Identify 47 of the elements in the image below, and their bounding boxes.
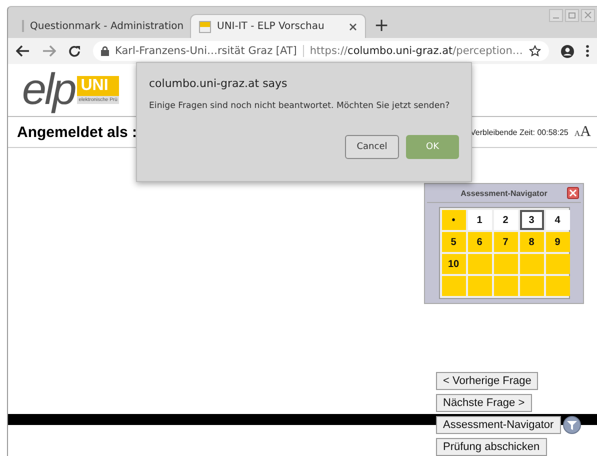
star-icon[interactable] — [529, 45, 541, 57]
question-cell[interactable] — [520, 254, 544, 274]
question-cell[interactable]: 9 — [546, 232, 570, 252]
question-cell[interactable]: 4 — [546, 210, 570, 230]
browser-tab[interactable]: Questionmark - Administration — [14, 14, 190, 38]
login-label: Angemeldet als : — [17, 124, 138, 140]
question-cell[interactable]: 1 — [468, 210, 492, 230]
question-cell[interactable]: 7 — [494, 232, 518, 252]
navigation-button[interactable]: Nächste Frage > — [436, 394, 532, 412]
question-cell[interactable] — [546, 276, 570, 296]
browser-tab[interactable]: UNI-IT - ELP Vorschau — [190, 14, 366, 38]
account-icon[interactable] — [561, 44, 574, 58]
dialog-title: columbo.uni-graz.at says — [149, 77, 288, 90]
navigation-button[interactable]: Prüfung abschicken — [436, 438, 547, 456]
question-cell[interactable]: 2 — [494, 210, 518, 230]
forward-icon[interactable] — [42, 45, 56, 57]
window-controls-icon[interactable] — [549, 9, 595, 23]
question-cell[interactable]: 5 — [442, 232, 466, 252]
question-cell[interactable] — [494, 276, 518, 296]
close-icon[interactable] — [349, 22, 357, 30]
navigator-title: Assessment-Navigator — [460, 188, 548, 198]
navigation-button[interactable]: < Vorherige Frage — [436, 372, 538, 390]
question-cell[interactable]: • — [442, 210, 466, 230]
menu-icon[interactable] — [586, 45, 589, 57]
navigation-button[interactable]: Assessment-Navigator — [436, 416, 561, 434]
cancel-button[interactable]: Cancel — [345, 135, 399, 159]
question-cell[interactable]: 6 — [468, 232, 492, 252]
question-cell[interactable]: 3 — [520, 210, 544, 230]
reload-icon[interactable] — [68, 44, 81, 58]
filter-icon[interactable] — [562, 416, 581, 434]
url-text: https://columbo.uni-graz.at/perception… — [310, 45, 523, 57]
question-cell[interactable]: 8 — [520, 232, 544, 252]
site-identity-label: Karl-Franzens-Uni…rsität Graz [AT] — [115, 45, 297, 57]
lock-icon — [101, 46, 109, 56]
remaining-time-text: Verbleibende Zeit: 00:58:25 — [470, 128, 568, 136]
question-cell[interactable] — [494, 254, 518, 274]
question-cell[interactable] — [442, 276, 466, 296]
dialog-message: Einige Fragen sind noch nicht beantwortet. Möchten Sie jetzt senden? — [149, 100, 450, 112]
back-icon[interactable] — [16, 45, 30, 57]
new-tab-button[interactable]: + — [374, 15, 390, 36]
question-cell[interactable] — [468, 276, 492, 296]
question-cell[interactable]: 10 — [442, 254, 466, 274]
question-cell[interactable] — [520, 276, 544, 296]
question-cell[interactable] — [468, 254, 492, 274]
close-icon[interactable] — [567, 187, 579, 199]
question-cell[interactable] — [546, 254, 570, 274]
address-bar[interactable]: Karl-Franzens-Uni…rsität Graz [AT] https://columbo.uni-graz.at/perception… — [93, 41, 549, 61]
